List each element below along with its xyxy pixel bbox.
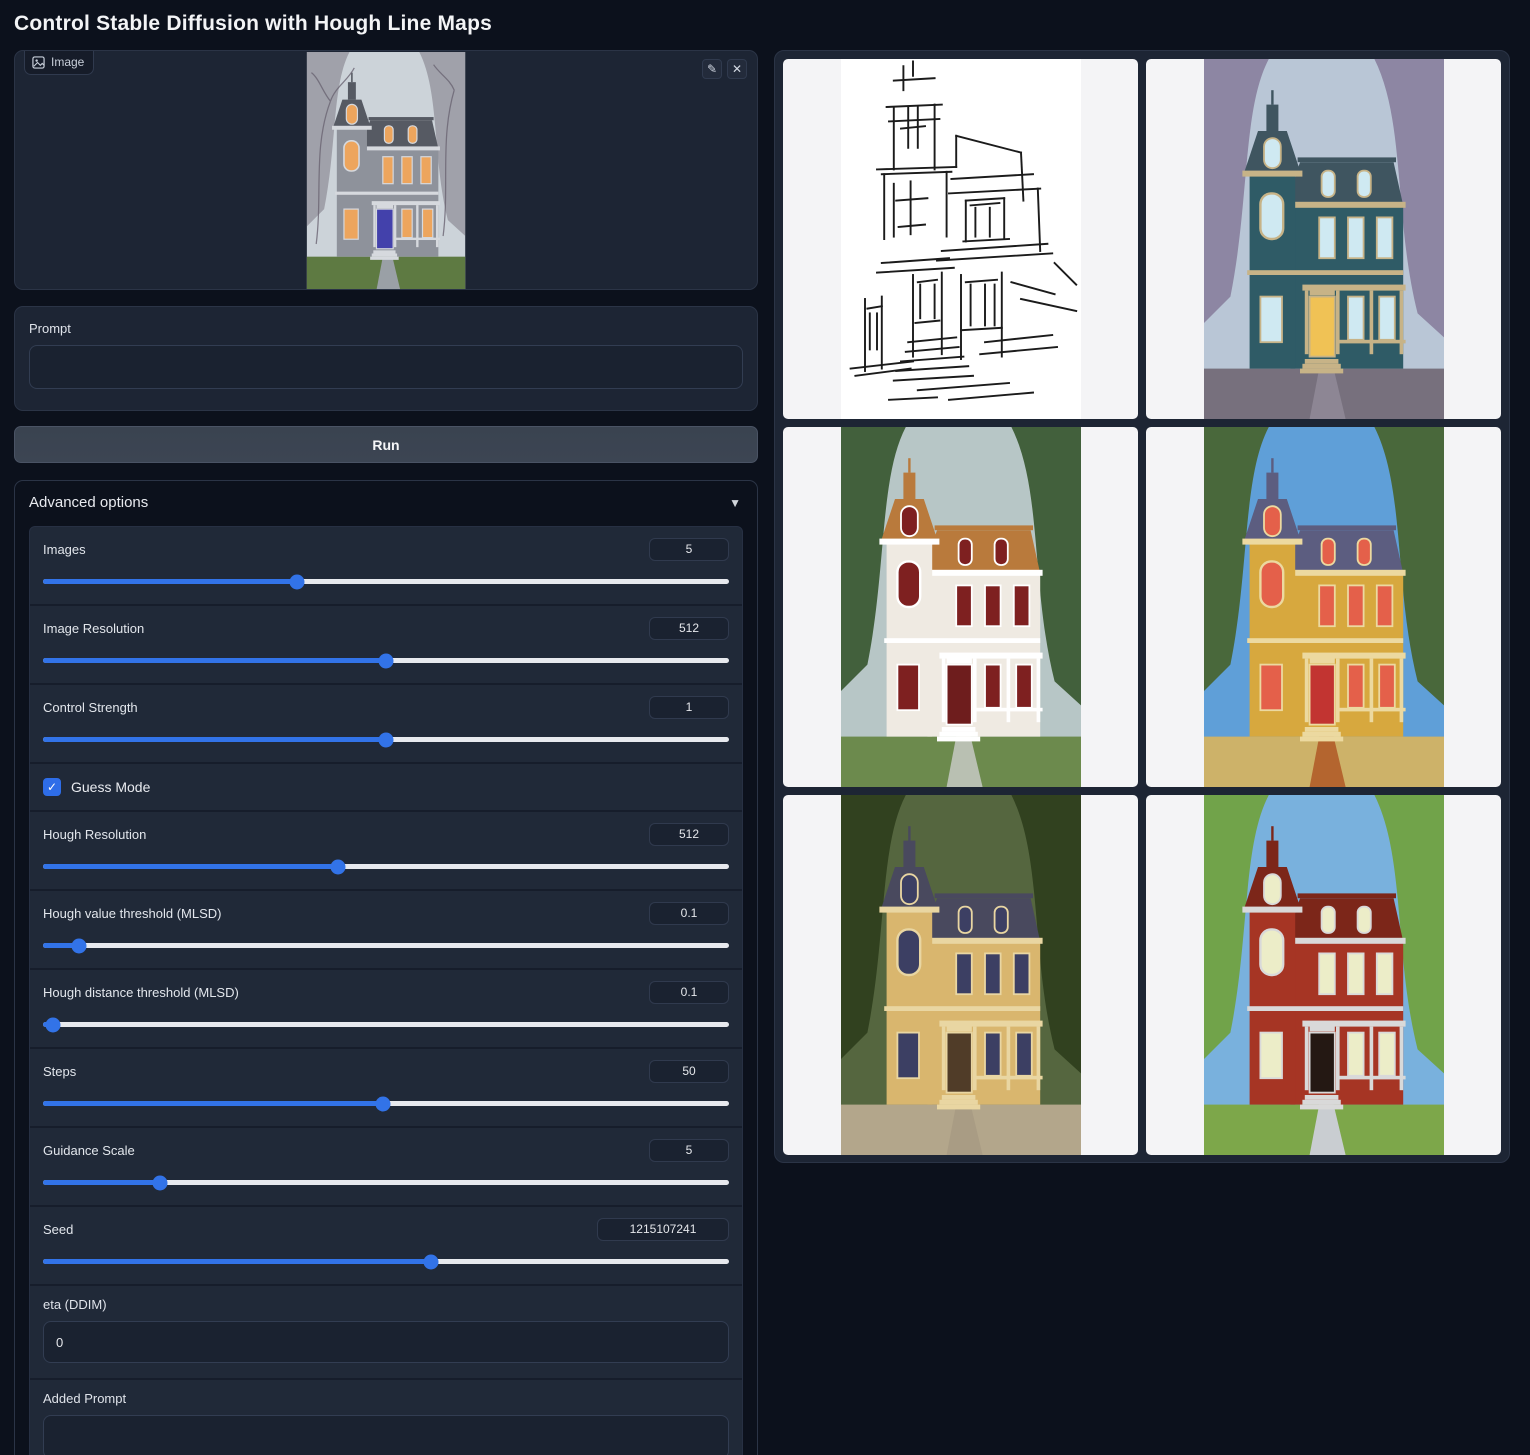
added-prompt-label: Added Prompt (43, 1391, 729, 1406)
slider-track (43, 1259, 729, 1264)
chevron-down-icon: ▼ (729, 496, 741, 510)
slider-thumb[interactable] (46, 1017, 61, 1032)
white-house-image (841, 427, 1081, 787)
slider-group-steps: Steps 50 (30, 1047, 742, 1126)
guess-mode-label: Guess Mode (71, 779, 150, 795)
run-button[interactable]: Run (14, 426, 758, 463)
advanced-options-header[interactable]: Advanced options ▼ (15, 481, 757, 524)
image-component-label: Image (51, 55, 84, 69)
images-value[interactable]: 5 (649, 538, 729, 561)
guess-mode-checkbox[interactable]: ✓ (43, 778, 61, 796)
slider-thumb[interactable] (330, 859, 345, 874)
slider-thumb[interactable] (379, 732, 394, 747)
steps-value[interactable]: 50 (649, 1060, 729, 1083)
added-prompt-input[interactable] (43, 1415, 729, 1455)
slider-thumb[interactable] (423, 1254, 438, 1269)
slider-thumb[interactable] (72, 938, 87, 953)
seed-label: Seed (43, 1222, 73, 1237)
image-resolution-label: Image Resolution (43, 621, 144, 636)
edit-image-button[interactable]: ✎ (702, 59, 722, 79)
image-input-component[interactable]: Image ✎ ✕ (14, 50, 758, 290)
slider-track (43, 943, 729, 948)
control-strength-label: Control Strength (43, 700, 138, 715)
hough-distance-threshold-label: Hough distance threshold (MLSD) (43, 985, 239, 1000)
slider-group-hough-resolution: Hough Resolution 512 (30, 810, 742, 889)
slider-group-images: Images 5 (30, 527, 742, 604)
gallery-item-red-house[interactable] (1146, 795, 1501, 1155)
slider-thumb[interactable] (289, 574, 304, 589)
slider-thumb[interactable] (379, 653, 394, 668)
slider-group-control-strength: Control Strength 1 (30, 683, 742, 762)
slider-track (43, 579, 729, 584)
golden-house-image (841, 795, 1081, 1155)
result-gallery (774, 50, 1510, 1163)
slider-thumb[interactable] (152, 1175, 167, 1190)
eta-input[interactable] (43, 1321, 729, 1363)
gallery-item-yellow-house[interactable] (1146, 427, 1501, 787)
steps-slider[interactable] (43, 1096, 729, 1111)
slider-track (43, 864, 729, 869)
advanced-options-accordion: Advanced options ▼ Images 5 (14, 480, 758, 1455)
steps-label: Steps (43, 1064, 76, 1079)
guidance-scale-slider[interactable] (43, 1175, 729, 1190)
input-house-photo (307, 52, 466, 290)
gallery-item-hough-line-map[interactable] (783, 59, 1138, 419)
clear-image-button[interactable]: ✕ (727, 59, 747, 79)
guess-mode-group: ✓ Guess Mode (30, 762, 742, 810)
image-resolution-slider[interactable] (43, 653, 729, 668)
hough-value-threshold-slider[interactable] (43, 938, 729, 953)
control-strength-value[interactable]: 1 (649, 696, 729, 719)
prompt-label: Prompt (29, 321, 743, 336)
guidance-scale-label: Guidance Scale (43, 1143, 135, 1158)
eta-label: eta (DDIM) (43, 1297, 729, 1312)
red-house-image (1204, 795, 1444, 1155)
page-title: Control Stable Diffusion with Hough Line… (14, 12, 1514, 36)
images-slider[interactable] (43, 574, 729, 589)
hough-resolution-slider[interactable] (43, 859, 729, 874)
image-icon (32, 56, 45, 69)
guidance-scale-value[interactable]: 5 (649, 1139, 729, 1162)
teal-house-image (1204, 59, 1444, 419)
slider-track (43, 1022, 729, 1027)
hough-distance-threshold-slider[interactable] (43, 1017, 729, 1032)
hough-resolution-value[interactable]: 512 (649, 823, 729, 846)
hough-resolution-label: Hough Resolution (43, 827, 146, 842)
hough-line-map-image (841, 59, 1081, 419)
eta-group: eta (DDIM) (30, 1284, 742, 1378)
control-strength-slider[interactable] (43, 732, 729, 747)
gallery-item-white-house[interactable] (783, 427, 1138, 787)
slider-group-hough-value-threshold: Hough value threshold (MLSD) 0.1 (30, 889, 742, 968)
hough-value-threshold-value[interactable]: 0.1 (649, 902, 729, 925)
hough-value-threshold-label: Hough value threshold (MLSD) (43, 906, 221, 921)
prompt-input[interactable] (29, 345, 743, 389)
hough-distance-threshold-value[interactable]: 0.1 (649, 981, 729, 1004)
gallery-item-golden-house[interactable] (783, 795, 1138, 1155)
prompt-block: Prompt (14, 306, 758, 411)
yellow-house-image (1204, 427, 1444, 787)
check-icon: ✓ (47, 781, 57, 793)
slider-group-seed: Seed 1215107241 (30, 1205, 742, 1284)
image-resolution-value[interactable]: 512 (649, 617, 729, 640)
slider-group-guidance-scale: Guidance Scale 5 (30, 1126, 742, 1205)
slider-group-image-resolution: Image Resolution 512 (30, 604, 742, 683)
gallery-item-teal-house[interactable] (1146, 59, 1501, 419)
slider-track (43, 1180, 729, 1185)
advanced-options-title: Advanced options (29, 494, 148, 511)
image-component-badge: Image (24, 51, 94, 75)
slider-thumb[interactable] (375, 1096, 390, 1111)
slider-group-hough-distance-threshold: Hough distance threshold (MLSD) 0.1 (30, 968, 742, 1047)
seed-slider[interactable] (43, 1254, 729, 1269)
images-label: Images (43, 542, 86, 557)
added-prompt-group: Added Prompt (30, 1378, 742, 1455)
seed-value[interactable]: 1215107241 (597, 1218, 729, 1241)
